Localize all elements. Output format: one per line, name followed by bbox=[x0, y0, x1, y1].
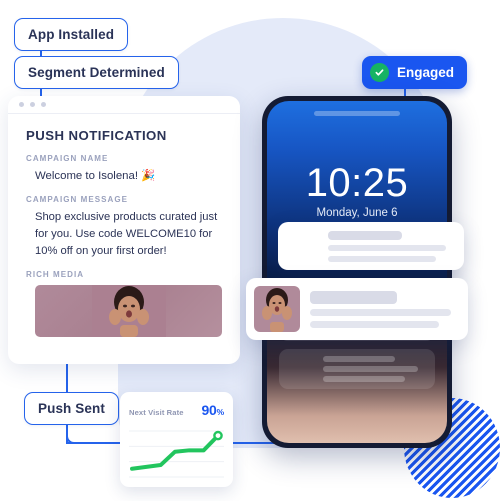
next-visit-rate-card: Next Visit Rate 90% bbox=[120, 392, 233, 487]
campaign-message-value[interactable]: Shop exclusive products curated just for… bbox=[26, 209, 222, 259]
flow-label-push-sent[interactable]: Push Sent bbox=[24, 392, 119, 425]
floating-notification-card[interactable] bbox=[278, 222, 464, 270]
notification-placeholder-lines bbox=[328, 230, 456, 262]
push-notification-card: PUSH NOTIFICATION CAMPAIGN NAME Welcome … bbox=[8, 96, 240, 364]
chrome-dot-maximize-icon[interactable] bbox=[41, 102, 46, 107]
push-card-title: PUSH NOTIFICATION bbox=[26, 128, 167, 143]
rich-media-label: RICH MEDIA bbox=[26, 269, 85, 279]
floating-notification-card[interactable] bbox=[246, 278, 468, 340]
flow-label-segment-determined[interactable]: Segment Determined bbox=[14, 56, 179, 89]
campaign-message-label: CAMPAIGN MESSAGE bbox=[26, 195, 128, 205]
notification-placeholder-lines bbox=[323, 356, 426, 382]
next-visit-rate-chart bbox=[129, 425, 224, 483]
photo-face-icon bbox=[254, 286, 300, 332]
flow-label-app-installed[interactable]: App Installed bbox=[14, 18, 129, 51]
metric-title: Next Visit Rate bbox=[129, 408, 184, 417]
flow-label-text: Segment Determined bbox=[28, 65, 165, 80]
chrome-dot-close-icon[interactable] bbox=[19, 102, 24, 107]
browser-chrome-bar bbox=[8, 96, 240, 114]
engaged-badge-label: Engaged bbox=[397, 65, 455, 80]
flow-label-text: Push Sent bbox=[38, 401, 105, 416]
notification-thumbnail-icon bbox=[254, 286, 300, 332]
check-circle-icon bbox=[370, 63, 389, 82]
notification-thumbnail-icon bbox=[285, 354, 315, 384]
phone-screen: 10:25 Monday, June 6 bbox=[267, 101, 447, 443]
phone-speaker bbox=[314, 111, 400, 116]
campaign-name-label: CAMPAIGN NAME bbox=[26, 154, 109, 163]
engaged-badge[interactable]: Engaged bbox=[362, 56, 468, 89]
flow-label-text: App Installed bbox=[28, 27, 115, 42]
push-card-body: PUSH NOTIFICATION CAMPAIGN NAME Welcome … bbox=[8, 114, 240, 337]
rich-media-image[interactable] bbox=[35, 284, 222, 337]
lockscreen-date: Monday, June 6 bbox=[316, 207, 398, 219]
line-chart-svg bbox=[129, 430, 224, 478]
phone-mockup: 10:25 Monday, June 6 bbox=[262, 96, 452, 448]
metric-value: 90% bbox=[201, 402, 224, 418]
lockscreen-time: 10:25 bbox=[305, 161, 409, 205]
metric-number: 90 bbox=[201, 402, 217, 418]
phone-notification-item[interactable] bbox=[279, 349, 435, 389]
illustration-canvas: App Installed Segment Determined Push Se… bbox=[0, 0, 500, 501]
rich-media-photo-icon bbox=[91, 284, 166, 337]
notification-thumbnail-icon bbox=[286, 230, 318, 262]
notification-placeholder-lines bbox=[310, 290, 460, 328]
campaign-name-value[interactable]: Welcome to Isolena! 🎉 bbox=[26, 168, 222, 184]
chrome-dot-minimize-icon[interactable] bbox=[30, 102, 35, 107]
metric-header: Next Visit Rate 90% bbox=[129, 402, 224, 418]
metric-unit: % bbox=[216, 407, 225, 417]
